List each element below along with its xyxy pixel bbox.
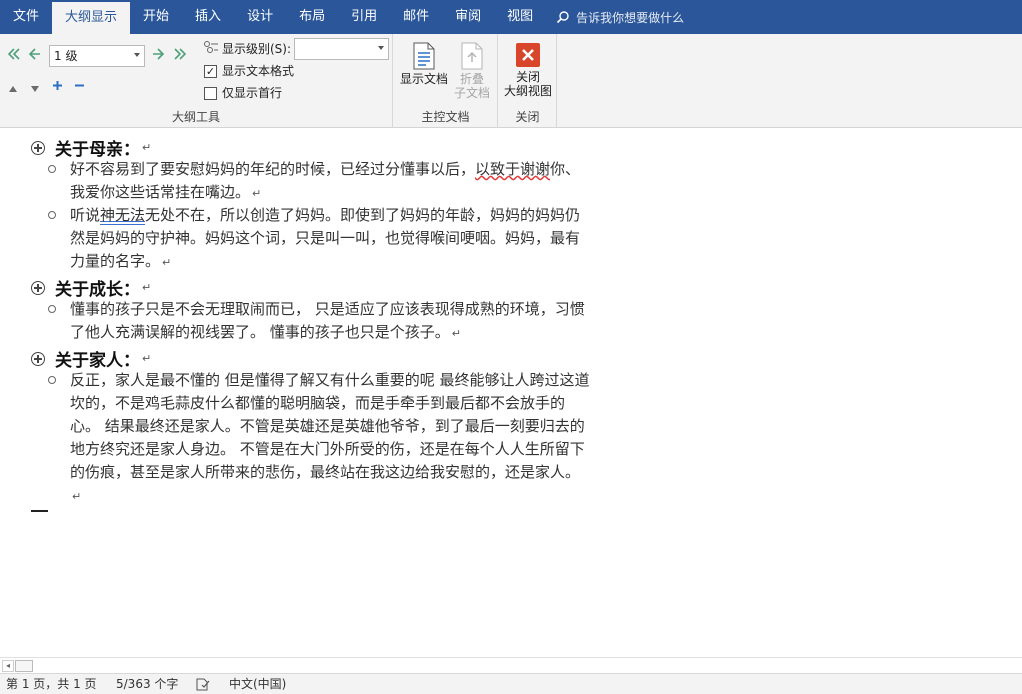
language-status[interactable]: 中文(中国) — [229, 677, 286, 692]
collapse-document-icon — [461, 42, 483, 70]
ribbon-tab-bar: 文件 大纲显示 开始 插入 设计 布局 引用 邮件 审阅 视图 告诉我你想要做什… — [0, 0, 1022, 34]
paragraph-mark: ↵ — [142, 352, 152, 365]
search-icon — [557, 11, 569, 24]
paragraph-text: 好不容易到了要安慰妈妈的年纪的时候，已经过分懂事以后， — [70, 160, 476, 178]
paragraph-mark: ↵ — [142, 281, 152, 294]
status-bar: 第 1 页，共 1 页 5/363 个字 中文(中国) — [0, 673, 1022, 694]
collapse-icon[interactable] — [74, 80, 85, 94]
horizontal-scrollbar[interactable]: ◂ — [0, 657, 1022, 673]
proofing-icon[interactable] — [196, 678, 210, 694]
tab-outline[interactable]: 大纲显示 — [52, 2, 131, 34]
tell-me-text: 告诉我你想要做什么 — [576, 10, 685, 25]
show-first-line-checkbox[interactable] — [204, 87, 217, 100]
show-text-format-checkbox[interactable]: ✓ — [204, 65, 217, 78]
tab-mailings[interactable]: 邮件 — [390, 0, 442, 34]
promote-icon[interactable] — [28, 48, 41, 63]
expand-icon[interactable] — [52, 80, 63, 94]
tab-review[interactable]: 审阅 — [442, 0, 494, 34]
expand-plus-icon[interactable] — [31, 140, 45, 155]
paragraph-mark: ↵ — [451, 327, 461, 340]
show-document-button[interactable]: 显示文档 — [399, 42, 449, 86]
outline-tools-group: 1 级 显示级别(S): ✓ 显示文本格式 仅显示首行 大纲工具 — [0, 34, 393, 128]
collapse-line2: 子文档 — [453, 86, 490, 100]
show-level-label: 显示级别(S): — [222, 42, 292, 56]
body-paragraph[interactable]: 听说神无法无处不在，所以创造了妈妈。即使到了妈妈的年龄，妈妈的妈妈仍然是妈妈的守… — [70, 204, 590, 274]
page-count-status[interactable]: 第 1 页，共 1 页 — [6, 677, 97, 692]
tab-home[interactable]: 开始 — [130, 0, 182, 34]
close-group-label: 关闭 — [515, 110, 540, 124]
outline-tools-group-label: 大纲工具 — [171, 110, 220, 124]
close-line2: 大纲视图 — [503, 84, 552, 98]
expand-plus-icon[interactable] — [31, 280, 45, 295]
promote-to-heading1-icon[interactable] — [7, 48, 21, 63]
show-level-icon — [203, 40, 219, 57]
paragraph-text: 无处不在，所以创造了妈妈。即使到了妈妈的年龄，妈妈的妈妈仍然是妈妈的守护神。妈妈… — [70, 206, 581, 270]
body-bullet-icon — [48, 376, 56, 384]
paragraph-text: 反正，家人是最不懂的 但是懂得了解又有什么重要的呢 最终能够让人跨过这道坎的，不… — [70, 371, 590, 481]
move-down-icon[interactable] — [30, 82, 40, 96]
chevron-down-icon — [378, 46, 384, 50]
chevron-down-icon — [134, 53, 140, 57]
outline-heading[interactable]: 关于母亲： ↵ — [31, 135, 151, 160]
document-icon — [413, 42, 435, 70]
word-count-status[interactable]: 5/363 个字 — [116, 677, 178, 692]
grammar-flag: 神无法 — [100, 206, 146, 224]
demote-to-body-icon[interactable] — [173, 48, 187, 63]
tab-file[interactable]: 文件 — [0, 0, 52, 34]
body-paragraph[interactable]: 反正，家人是最不懂的 但是懂得了解又有什么重要的呢 最终能够让人跨过这道坎的，不… — [70, 369, 590, 508]
show-text-format-label: 显示文本格式 — [222, 64, 295, 78]
tab-references[interactable]: 引用 — [338, 0, 390, 34]
body-bullet-icon — [48, 165, 56, 173]
body-bullet-icon — [48, 211, 56, 219]
outline-heading[interactable]: 关于成长： ↵ — [31, 275, 151, 300]
end-of-document-marker — [31, 510, 48, 512]
close-outline-view-button[interactable]: 关闭 大纲视图 — [501, 42, 555, 98]
tab-view[interactable]: 视图 — [494, 0, 546, 34]
tell-me-box[interactable]: 告诉我你想要做什么 — [556, 0, 684, 34]
body-bullet-icon — [48, 305, 56, 313]
paragraph-text: 听说 — [70, 206, 101, 224]
master-document-group: 显示文档 折叠 子文档 主控文档 — [394, 34, 498, 128]
tab-layout[interactable]: 布局 — [286, 0, 338, 34]
outline-level-dropdown[interactable]: 1 级 — [49, 45, 145, 67]
master-document-group-label: 主控文档 — [421, 110, 470, 124]
ribbon: 1 级 显示级别(S): ✓ 显示文本格式 仅显示首行 大纲工具 显示文档 折叠… — [0, 34, 1022, 128]
document-area[interactable]: 关于母亲： ↵ 好不容易到了要安慰妈妈的年纪的时候，已经过分懂事以后，以致于谢谢… — [0, 129, 1022, 657]
close-line1: 关闭 — [515, 70, 540, 84]
close-icon — [516, 43, 540, 67]
collapse-subdocuments-button[interactable]: 折叠 子文档 — [450, 42, 494, 100]
show-first-line-label: 仅显示首行 — [222, 86, 283, 100]
scroll-left-icon[interactable]: ◂ — [2, 660, 14, 672]
heading-text: 关于成长： — [55, 280, 140, 300]
tab-insert[interactable]: 插入 — [182, 0, 234, 34]
close-group: 关闭 大纲视图 关闭 — [499, 34, 557, 128]
heading-text: 关于母亲： — [55, 140, 140, 160]
spelling-flag: 以致于谢谢 — [475, 160, 551, 178]
tab-design[interactable]: 设计 — [234, 0, 286, 34]
move-up-icon[interactable] — [8, 82, 18, 96]
body-paragraph[interactable]: 懂事的孩子只是不会无理取闹而已， 只是适应了应该表现得成熟的环境，习惯了他人充满… — [70, 298, 590, 345]
show-level-dropdown[interactable] — [294, 38, 389, 60]
outline-level-value: 1 级 — [54, 49, 78, 63]
body-paragraph[interactable]: 好不容易到了要安慰妈妈的年纪的时候，已经过分懂事以后，以致于谢谢你、我爱你这些话… — [70, 158, 590, 205]
show-document-label: 显示文档 — [399, 72, 448, 86]
paragraph-mark: ↵ — [162, 256, 172, 269]
demote-icon[interactable] — [152, 48, 165, 63]
paragraph-mark: ↵ — [72, 490, 82, 503]
paragraph-mark: ↵ — [252, 187, 262, 200]
scroll-thumb[interactable] — [15, 660, 33, 672]
expand-plus-icon[interactable] — [31, 351, 45, 366]
paragraph-mark: ↵ — [142, 141, 152, 154]
outline-heading[interactable]: 关于家人： ↵ — [31, 346, 151, 371]
paragraph-text: 懂事的孩子只是不会无理取闹而已， 只是适应了应该表现得成熟的环境，习惯了他人充满… — [70, 300, 585, 341]
collapse-line1: 折叠 — [459, 72, 484, 86]
heading-text: 关于家人： — [55, 351, 140, 371]
